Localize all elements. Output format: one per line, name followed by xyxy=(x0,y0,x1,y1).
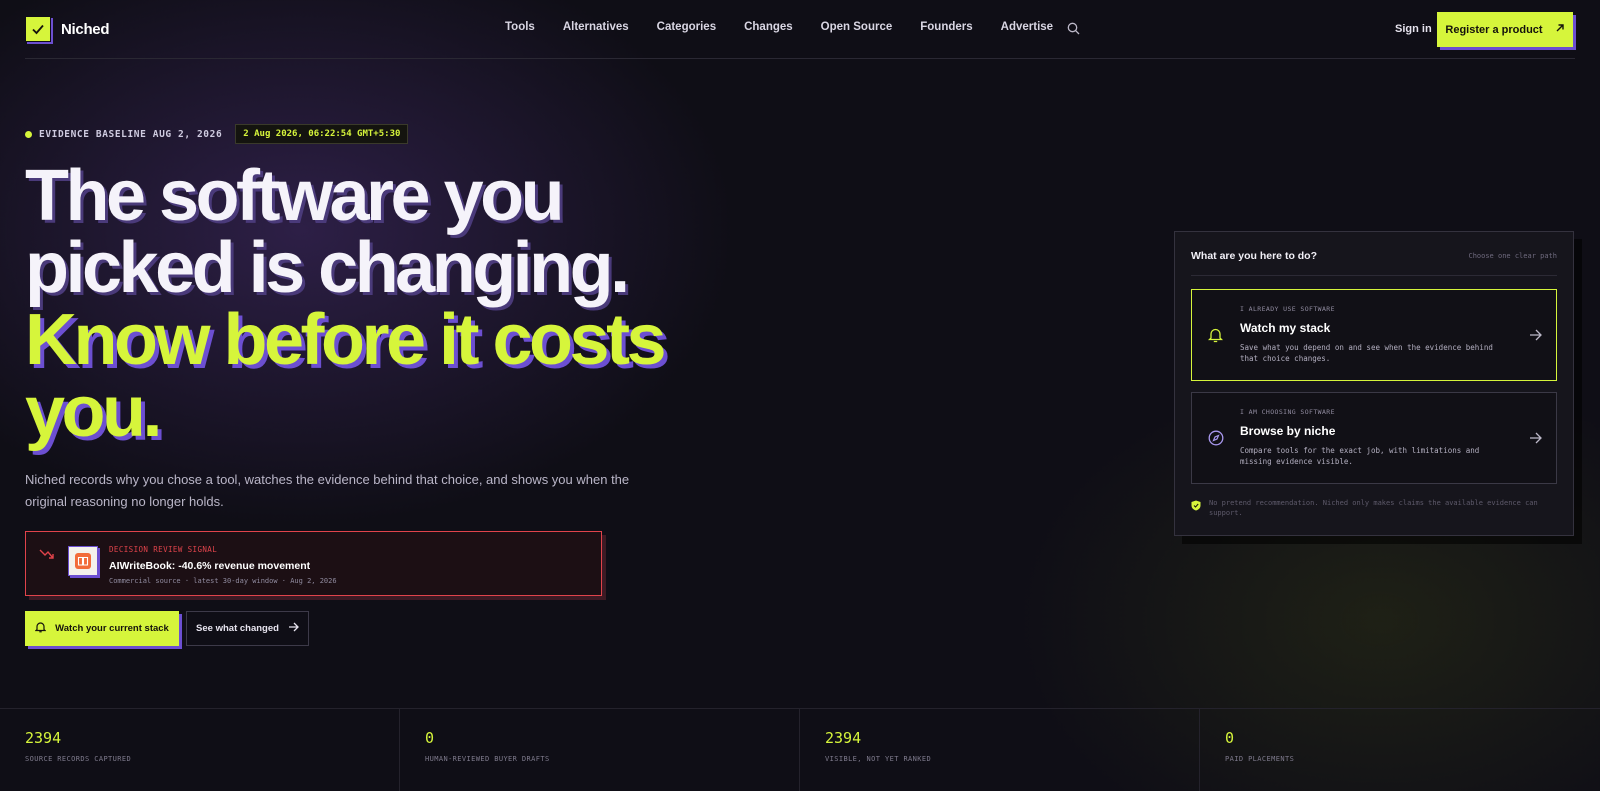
stat-value: 0 xyxy=(425,729,435,747)
shield-check-icon xyxy=(1191,498,1201,518)
panel-hint: Choose one clear path xyxy=(1468,252,1557,260)
stats-bar: 2394 SOURCE RECORDS CAPTURED 0 HUMAN-REV… xyxy=(0,708,1600,791)
stat-label: SOURCE RECORDS CAPTURED xyxy=(25,755,132,763)
nav-link-open-source[interactable]: Open Source xyxy=(821,21,893,33)
stat-not-ranked: 2394 VISIBLE, NOT YET RANKED xyxy=(800,709,1200,791)
headline-line-2: picked is changing. xyxy=(25,228,630,308)
bell-icon xyxy=(1207,327,1224,348)
nav-link-advertise[interactable]: Advertise xyxy=(1001,21,1053,33)
option-kicker: I AM CHOOSING SOFTWARE xyxy=(1240,408,1335,416)
search-icon[interactable] xyxy=(1067,22,1080,40)
baseline-label: EVIDENCE BASELINE AUG 2, 2026 xyxy=(39,128,223,140)
headline-accent: Know before it costs you. xyxy=(25,300,667,452)
option-title: Watch my stack xyxy=(1240,321,1331,335)
stat-value: 2394 xyxy=(25,729,62,747)
nav-link-changes[interactable]: Changes xyxy=(744,21,793,33)
decision-review-signal-card[interactable]: DECISION REVIEW SIGNAL AIWriteBook: -40.… xyxy=(25,531,602,596)
sign-in-link[interactable]: Sign in xyxy=(1395,23,1432,35)
signal-title: AIWriteBook: -40.6% revenue movement xyxy=(109,560,311,572)
compass-icon xyxy=(1208,430,1224,451)
stat-buyer-drafts: 0 HUMAN-REVIEWED BUYER DRAFTS xyxy=(400,709,800,791)
evidence-baseline: EVIDENCE BASELINE AUG 2, 2026 2 Aug 2026… xyxy=(25,124,409,144)
watch-stack-label: Watch your current stack xyxy=(55,623,169,634)
primary-nav: Tools Alternatives Categories Changes Op… xyxy=(505,21,1053,33)
option-description: Compare tools for the exact job, with li… xyxy=(1240,446,1480,466)
disclaimer-text: No pretend recommendation. Niched only m… xyxy=(1209,499,1538,517)
stat-value: 0 xyxy=(1225,729,1235,747)
panel-disclaimer: No pretend recommendation. Niched only m… xyxy=(1191,498,1551,518)
stat-value: 2394 xyxy=(825,729,862,747)
headline-line-1: The software you xyxy=(25,156,565,236)
product-logo-icon xyxy=(68,546,98,576)
panel-heading: What are you here to do? xyxy=(1191,250,1318,262)
top-nav: Niched Tools Alternatives Categories Cha… xyxy=(0,0,1600,59)
stat-label: PAID PLACEMENTS xyxy=(1225,755,1295,763)
hero-headline: The software you picked is changing. Kno… xyxy=(25,160,785,448)
signal-meta: Commercial source · latest 30-day window… xyxy=(109,577,337,585)
signal-kicker: DECISION REVIEW SIGNAL xyxy=(109,545,218,554)
nav-link-tools[interactable]: Tools xyxy=(505,21,535,33)
nav-divider xyxy=(25,58,1575,59)
stat-label: HUMAN-REVIEWED BUYER DRAFTS xyxy=(425,755,550,763)
register-product-button[interactable]: Register a product xyxy=(1437,12,1573,47)
stat-paid-placements: 0 PAID PLACEMENTS xyxy=(1200,709,1600,791)
arrow-right-icon xyxy=(1529,328,1542,346)
browse-by-niche-option[interactable]: I AM CHOOSING SOFTWARE Browse by niche C… xyxy=(1191,392,1557,484)
option-title: Browse by niche xyxy=(1240,424,1336,438)
arrow-up-right-icon xyxy=(1555,23,1565,36)
arrow-right-icon xyxy=(288,622,299,635)
trend-down-icon xyxy=(39,548,55,567)
see-what-changed-label: See what changed xyxy=(196,623,279,634)
nav-link-alternatives[interactable]: Alternatives xyxy=(563,21,629,33)
intent-chooser-panel: What are you here to do? Choose one clea… xyxy=(1174,231,1574,536)
watch-my-stack-option[interactable]: I ALREADY USE SOFTWARE Watch my stack Sa… xyxy=(1191,289,1557,381)
arrow-right-icon xyxy=(1529,431,1542,449)
stat-source-records: 2394 SOURCE RECORDS CAPTURED xyxy=(0,709,400,791)
timestamp-badge: 2 Aug 2026, 06:22:54 GMT+5:30 xyxy=(235,124,409,144)
option-kicker: I ALREADY USE SOFTWARE xyxy=(1240,305,1335,313)
brand-logo[interactable]: Niched xyxy=(25,16,110,42)
nav-link-founders[interactable]: Founders xyxy=(920,21,972,33)
nav-link-categories[interactable]: Categories xyxy=(657,21,716,33)
bell-icon xyxy=(34,621,47,636)
watch-stack-button[interactable]: Watch your current stack xyxy=(25,611,179,646)
option-description: Save what you depend on and see when the… xyxy=(1240,343,1493,363)
check-icon xyxy=(25,16,51,42)
stat-label: VISIBLE, NOT YET RANKED xyxy=(825,755,932,763)
panel-divider xyxy=(1191,275,1557,276)
register-product-label: Register a product xyxy=(1445,23,1543,36)
see-what-changed-button[interactable]: See what changed xyxy=(186,611,309,646)
status-dot xyxy=(25,130,32,138)
brand-name: Niched xyxy=(61,20,110,38)
hero-subtitle: Niched records why you chose a tool, wat… xyxy=(25,472,630,509)
